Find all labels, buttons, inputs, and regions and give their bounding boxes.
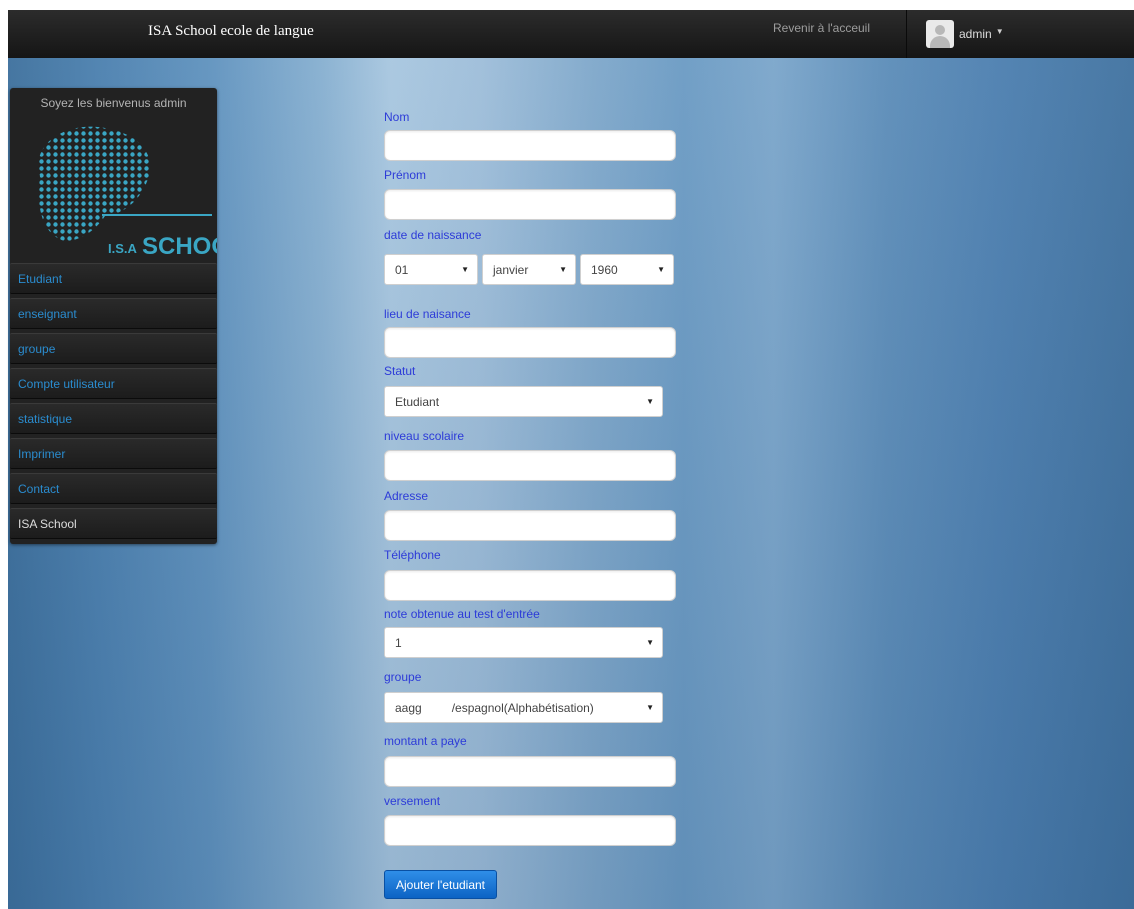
sidebar-item-isa-school[interactable]: ISA School xyxy=(10,508,217,539)
note-select[interactable]: 1 ▼ xyxy=(384,627,663,658)
birth-year-value: 1960 xyxy=(591,262,618,277)
groupe-select[interactable]: aagg /espagnol(Alphabétisation) ▼ xyxy=(384,692,663,723)
montant-input[interactable] xyxy=(384,756,676,787)
avatar xyxy=(926,20,954,48)
birth-date-label: date de naissance xyxy=(384,228,482,242)
caret-down-icon: ▼ xyxy=(995,26,1004,36)
nom-label: Nom xyxy=(384,110,410,124)
user-name: admin xyxy=(959,27,992,41)
statut-label: Statut xyxy=(384,364,416,378)
nom-input[interactable] xyxy=(384,130,676,161)
isa-school-logo: I.S.A SCHOOL xyxy=(38,126,217,258)
note-label: note obtenue au test d'entrée xyxy=(384,607,540,621)
statut-select[interactable]: Etudiant ▼ xyxy=(384,386,663,417)
montant-label: montant a paye xyxy=(384,734,467,748)
telephone-label: Téléphone xyxy=(384,548,441,562)
nav-divider xyxy=(906,10,907,58)
sidebar-item-compte-utilisateur[interactable]: Compte utilisateur xyxy=(10,368,217,399)
birth-year-select[interactable]: 1960 ▼ xyxy=(580,254,674,285)
birth-day-select[interactable]: 01 ▼ xyxy=(384,254,478,285)
dropdown-arrow-icon: ▼ xyxy=(461,265,469,274)
note-value: 1 xyxy=(395,635,402,650)
dropdown-arrow-icon: ▼ xyxy=(559,265,567,274)
groupe-value: aagg /espagnol(Alphabétisation) xyxy=(395,700,594,715)
prenom-label: Prénom xyxy=(384,168,427,182)
dropdown-arrow-icon: ▼ xyxy=(646,638,654,647)
welcome-text: Soyez les bienvenus admin xyxy=(40,96,187,110)
avatar-body xyxy=(930,36,950,48)
dropdown-arrow-icon: ▼ xyxy=(646,703,654,712)
sidebar-menu: Etudiant enseignant groupe Compte utilis… xyxy=(10,263,217,543)
dropdown-arrow-icon: ▼ xyxy=(657,265,665,274)
sidebar-item-contact[interactable]: Contact xyxy=(10,473,217,504)
niveau-label: niveau scolaire xyxy=(384,429,465,443)
home-link[interactable]: Revenir à l'acceuil xyxy=(773,21,870,35)
sidebar-item-imprimer[interactable]: Imprimer xyxy=(10,438,217,469)
dropdown-arrow-icon: ▼ xyxy=(646,397,654,406)
avatar-head xyxy=(935,25,945,35)
user-menu[interactable]: admin ▼ xyxy=(926,20,1004,48)
birth-month-select[interactable]: janvier ▼ xyxy=(482,254,576,285)
versement-input[interactable] xyxy=(384,815,676,846)
sidebar: Soyez les bienvenus admin I.S.A SCHOOL E… xyxy=(10,88,217,544)
lieu-label: lieu de naisance xyxy=(384,307,471,321)
brand-title[interactable]: ISA School ecole de langue xyxy=(148,23,314,40)
sidebar-item-statistique[interactable]: statistique xyxy=(10,403,217,434)
top-navbar: ISA School ecole de langue Revenir à l'a… xyxy=(8,10,1134,58)
sidebar-item-enseignant[interactable]: enseignant xyxy=(10,298,217,329)
adresse-label: Adresse xyxy=(384,489,429,503)
add-student-button[interactable]: Ajouter l'etudiant xyxy=(384,870,498,899)
svg-text:SCHOOL: SCHOOL xyxy=(142,233,217,258)
groupe-label: groupe xyxy=(384,670,422,684)
birth-day-value: 01 xyxy=(395,262,409,277)
telephone-input[interactable] xyxy=(384,570,676,601)
adresse-input[interactable] xyxy=(384,510,676,541)
niveau-input[interactable] xyxy=(384,450,676,481)
sidebar-item-etudiant[interactable]: Etudiant xyxy=(10,263,217,294)
birth-month-value: janvier xyxy=(493,262,529,277)
lieu-input[interactable] xyxy=(384,327,676,358)
versement-label: versement xyxy=(384,794,441,808)
statut-value: Etudiant xyxy=(395,394,440,409)
svg-text:I.S.A: I.S.A xyxy=(108,241,138,256)
sidebar-item-groupe[interactable]: groupe xyxy=(10,333,217,364)
prenom-input[interactable] xyxy=(384,189,676,220)
